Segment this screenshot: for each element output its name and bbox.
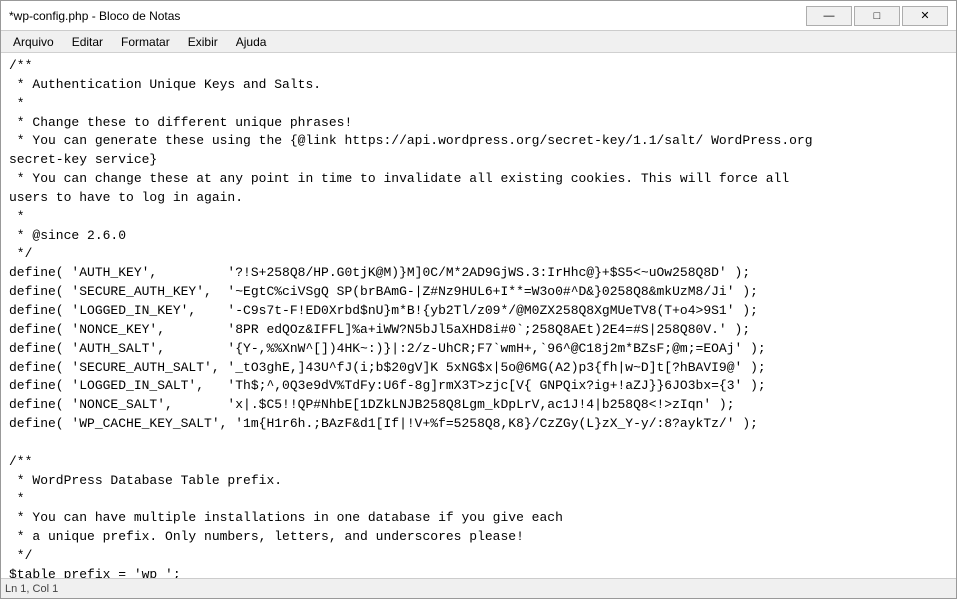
minimize-button[interactable]: — xyxy=(806,6,852,26)
status-text: Ln 1, Col 1 xyxy=(5,583,58,595)
code-text: /** * Authentication Unique Keys and Sal… xyxy=(9,57,948,578)
window-title: *wp-config.php - Bloco de Notas xyxy=(9,9,180,23)
close-button[interactable]: ✕ xyxy=(902,6,948,26)
menu-ajuda[interactable]: Ajuda xyxy=(228,33,275,51)
status-bar: Ln 1, Col 1 xyxy=(1,578,956,598)
title-bar-buttons: — □ ✕ xyxy=(806,6,948,26)
title-bar: *wp-config.php - Bloco de Notas — □ ✕ xyxy=(1,1,956,31)
maximize-button[interactable]: □ xyxy=(854,6,900,26)
menu-exibir[interactable]: Exibir xyxy=(180,33,226,51)
menu-bar: Arquivo Editar Formatar Exibir Ajuda xyxy=(1,31,956,53)
menu-formatar[interactable]: Formatar xyxy=(113,33,178,51)
menu-arquivo[interactable]: Arquivo xyxy=(5,33,62,51)
menu-editar[interactable]: Editar xyxy=(64,33,111,51)
text-editor-area[interactable]: /** * Authentication Unique Keys and Sal… xyxy=(1,53,956,578)
main-window: *wp-config.php - Bloco de Notas — □ ✕ Ar… xyxy=(0,0,957,599)
